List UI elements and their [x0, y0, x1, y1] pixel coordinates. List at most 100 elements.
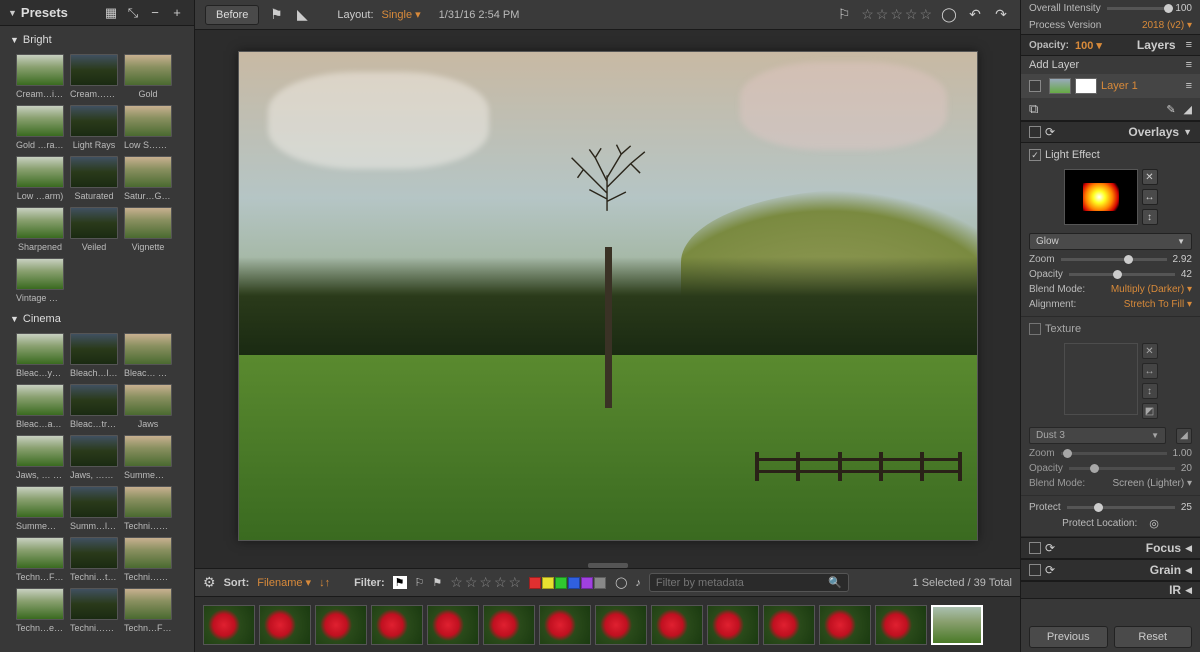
layer-mask[interactable] [1075, 78, 1097, 94]
flag-icon[interactable]: ⚐ [835, 6, 853, 24]
texture-shuffle-icon[interactable]: ✕ [1142, 343, 1158, 359]
preset-item[interactable]: Techni…nette [124, 537, 172, 582]
texture-flip-v-icon[interactable]: ↕ [1142, 383, 1158, 399]
preset-item[interactable]: Techni…grain) [70, 588, 118, 633]
metadata-search[interactable]: 🔍 [649, 573, 849, 592]
focus-enable-checkbox[interactable] [1029, 542, 1041, 554]
layout-value[interactable]: Single ▾ [382, 8, 421, 21]
filter-color-swatch[interactable] [542, 577, 554, 589]
preset-item[interactable]: Techn…Faded [16, 537, 64, 582]
preset-item[interactable]: Summ…low) [70, 486, 118, 531]
preset-group-title[interactable]: ▼Bright [8, 30, 194, 50]
preset-item[interactable]: Techni…tched [70, 537, 118, 582]
preset-item[interactable]: Veiled [70, 207, 118, 252]
texture-edit-icon[interactable]: ◢ [1176, 428, 1192, 444]
preset-item[interactable]: Bleac… Cast [124, 333, 172, 378]
preset-item[interactable]: Jaws, … Shift [16, 435, 64, 480]
brush-icon[interactable]: ✎ [1166, 103, 1175, 116]
collapse-all-icon[interactable]: ⤡ [124, 4, 142, 22]
rating-stars[interactable]: ☆ ☆ ☆ ☆ ☆ [861, 6, 932, 23]
preset-item[interactable]: Bleach…lights [70, 333, 118, 378]
filmstrip-thumb[interactable] [707, 605, 759, 645]
preset-item[interactable]: Vintage Color [16, 258, 64, 303]
flip-vertical-icon[interactable]: ↕ [1142, 209, 1158, 225]
before-button[interactable]: Before [205, 5, 259, 25]
crop-icon[interactable]: ⧉ [1029, 101, 1038, 117]
main-image-preview[interactable] [238, 51, 978, 541]
preset-item[interactable]: Saturated [70, 156, 118, 201]
preset-item[interactable]: Techn…Faded [124, 588, 172, 633]
layer-menu-icon[interactable]: ≡ [1186, 80, 1192, 92]
filter-color-swatch[interactable] [529, 577, 541, 589]
presets-collapse-icon[interactable]: ▼ [8, 8, 17, 18]
preset-item[interactable]: Techni…Strip) [124, 486, 172, 531]
process-version-value[interactable]: 2018 (v2) ▾ [1142, 20, 1192, 31]
filmstrip-thumb[interactable] [539, 605, 591, 645]
filter-flag-off-icon[interactable]: ⚐ [415, 576, 425, 589]
star-icon[interactable]: ☆ [905, 6, 918, 23]
divider-handle[interactable] [588, 563, 628, 568]
filmstrip-thumb[interactable] [259, 605, 311, 645]
texture-invert-icon[interactable]: ◩ [1142, 403, 1158, 419]
preset-item[interactable]: Cream…ette) [70, 54, 118, 99]
focus-header[interactable]: ⟳ Focus ◀ [1021, 537, 1200, 559]
filter-flag-reject-icon[interactable]: ⚑ [432, 576, 442, 589]
chevron-left-icon[interactable]: ◀ [1185, 543, 1192, 554]
triangle-icon[interactable]: ◣ [293, 6, 311, 24]
gear-icon[interactable]: ⚙ [203, 574, 216, 591]
layers-menu-icon[interactable]: ≡ [1186, 39, 1192, 51]
undo-icon[interactable]: ↶ [966, 6, 984, 24]
sort-value[interactable]: Filename ▾ [257, 576, 311, 589]
preset-item[interactable]: Low S…ation [124, 105, 172, 150]
layer-opacity-value[interactable]: 100 ▾ [1075, 39, 1102, 52]
preset-item[interactable]: Sharpened [16, 207, 64, 252]
overlays-enable-checkbox[interactable] [1029, 126, 1041, 138]
grain-enable-checkbox[interactable] [1029, 564, 1041, 576]
filter-flag-on-icon[interactable]: ⚑ [393, 576, 407, 589]
filmstrip-thumb[interactable] [203, 605, 255, 645]
light-effect-preview[interactable] [1064, 169, 1138, 225]
grain-header[interactable]: ⟳ Grain ◀ [1021, 559, 1200, 581]
preset-item[interactable]: Summe…tion) [124, 435, 172, 480]
filmstrip-thumb[interactable] [595, 605, 647, 645]
presets-scroll[interactable]: ▼BrightCream…ightsCream…ette)GoldGold …r… [0, 26, 194, 652]
protect-slider[interactable] [1067, 506, 1175, 509]
overall-intensity-slider[interactable] [1107, 7, 1170, 10]
protect-location-icon[interactable]: ◎ [1149, 517, 1159, 530]
filmstrip-thumb[interactable] [427, 605, 479, 645]
preset-item[interactable]: Cream…ights [16, 54, 64, 99]
filter-color-swatch[interactable] [555, 577, 567, 589]
filter-circle-icon[interactable]: ◯ [615, 576, 627, 589]
preset-item[interactable]: Jaws, …e Skin [70, 435, 118, 480]
alignment-value[interactable]: Stretch To Fill ▾ [1124, 299, 1192, 310]
preset-item[interactable]: Bleac…trast [70, 384, 118, 429]
star-icon[interactable]: ☆ [890, 6, 903, 23]
le-opacity-slider[interactable] [1069, 273, 1175, 276]
layer-row[interactable]: Layer 1 ≡ [1021, 74, 1200, 98]
redo-icon[interactable]: ↷ [992, 6, 1010, 24]
preset-item[interactable]: Satur…Glow) [124, 156, 172, 201]
texture-type-select[interactable]: Dust 3 ▼ [1029, 427, 1166, 444]
grid-view-icon[interactable]: ▦ [102, 4, 120, 22]
eraser-icon[interactable]: ◢ [1184, 103, 1192, 116]
filter-color-swatch[interactable] [568, 577, 580, 589]
preset-group-title[interactable]: ▼Cinema [8, 309, 194, 329]
chevron-left-icon[interactable]: ◀ [1185, 565, 1192, 576]
sort-direction-icon[interactable]: ↓↑ [319, 577, 330, 589]
filmstrip-thumb[interactable] [371, 605, 423, 645]
preset-item[interactable]: Vignette [124, 207, 172, 252]
tx-blend-mode-value[interactable]: Screen (Lighter) ▾ [1112, 478, 1192, 489]
chevron-left-icon[interactable]: ◀ [1185, 585, 1192, 596]
overlays-refresh-icon[interactable]: ⟳ [1045, 125, 1055, 139]
focus-refresh-icon[interactable]: ⟳ [1045, 541, 1055, 555]
tx-opacity-slider[interactable] [1069, 467, 1175, 470]
previous-button[interactable]: Previous [1029, 626, 1108, 648]
filmstrip[interactable] [195, 596, 1020, 652]
texture-checkbox[interactable] [1029, 323, 1041, 335]
metadata-search-input[interactable] [656, 577, 828, 589]
preset-item[interactable]: Bleac…ation [16, 384, 64, 429]
filmstrip-thumb[interactable] [315, 605, 367, 645]
layer-thumb[interactable] [1049, 78, 1071, 94]
image-area[interactable] [195, 30, 1020, 562]
layer-name[interactable]: Layer 1 [1101, 80, 1138, 92]
